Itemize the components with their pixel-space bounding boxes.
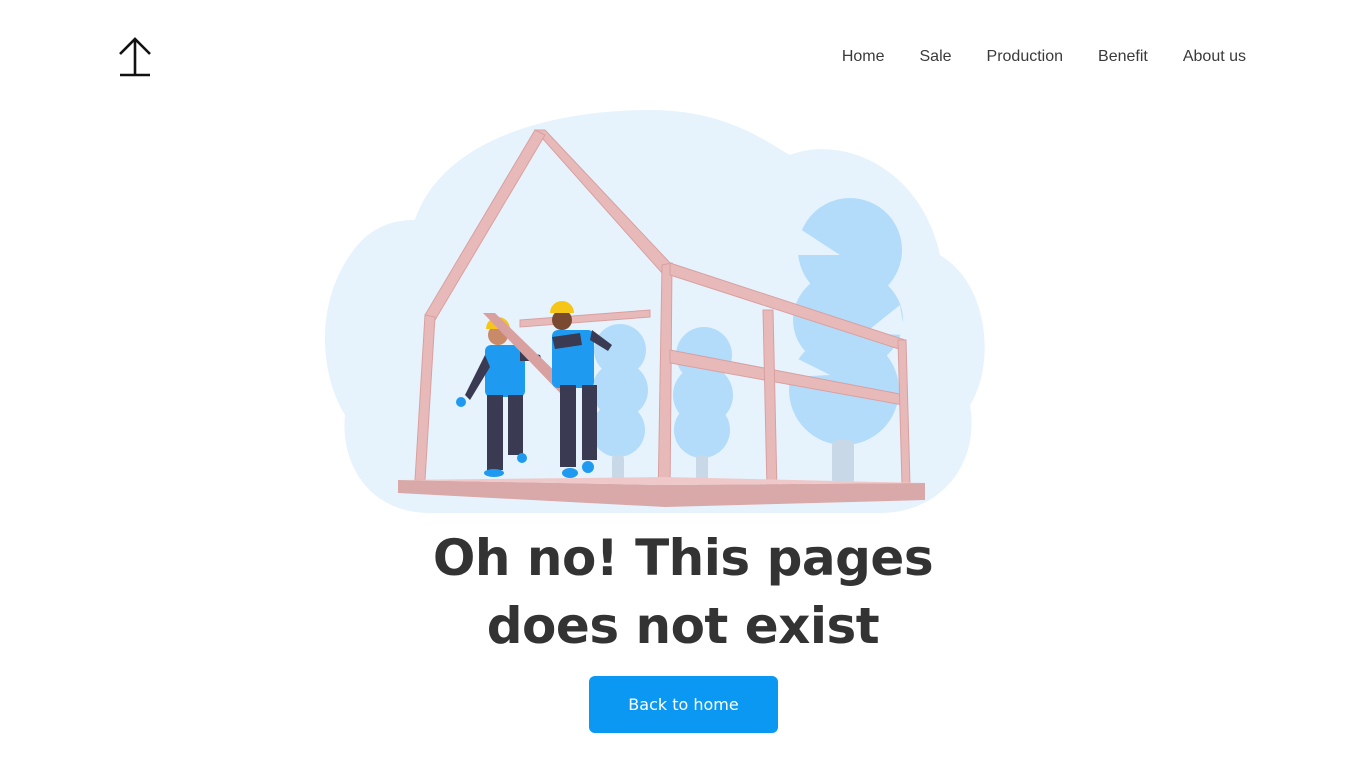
nav-item-about-us[interactable]: About us [1183,47,1246,67]
main-nav: Home Sale Production Benefit About us [842,47,1246,67]
header: Home Sale Production Benefit About us [0,0,1366,110]
nav-item-home[interactable]: Home [842,47,885,67]
headline-line-2: does not exist [486,597,880,655]
construction-workers-house-frame-illustration [320,105,990,515]
up-arrow-logo-icon[interactable] [116,36,154,80]
headline-line-1: Oh no! This pages [432,529,934,587]
back-to-home-button[interactable]: Back to home [589,676,778,733]
nav-item-sale[interactable]: Sale [920,47,952,67]
nav-item-benefit[interactable]: Benefit [1098,47,1148,67]
error-headline: Oh no! This pages does not exist [0,524,1366,660]
nav-item-production[interactable]: Production [987,47,1064,67]
